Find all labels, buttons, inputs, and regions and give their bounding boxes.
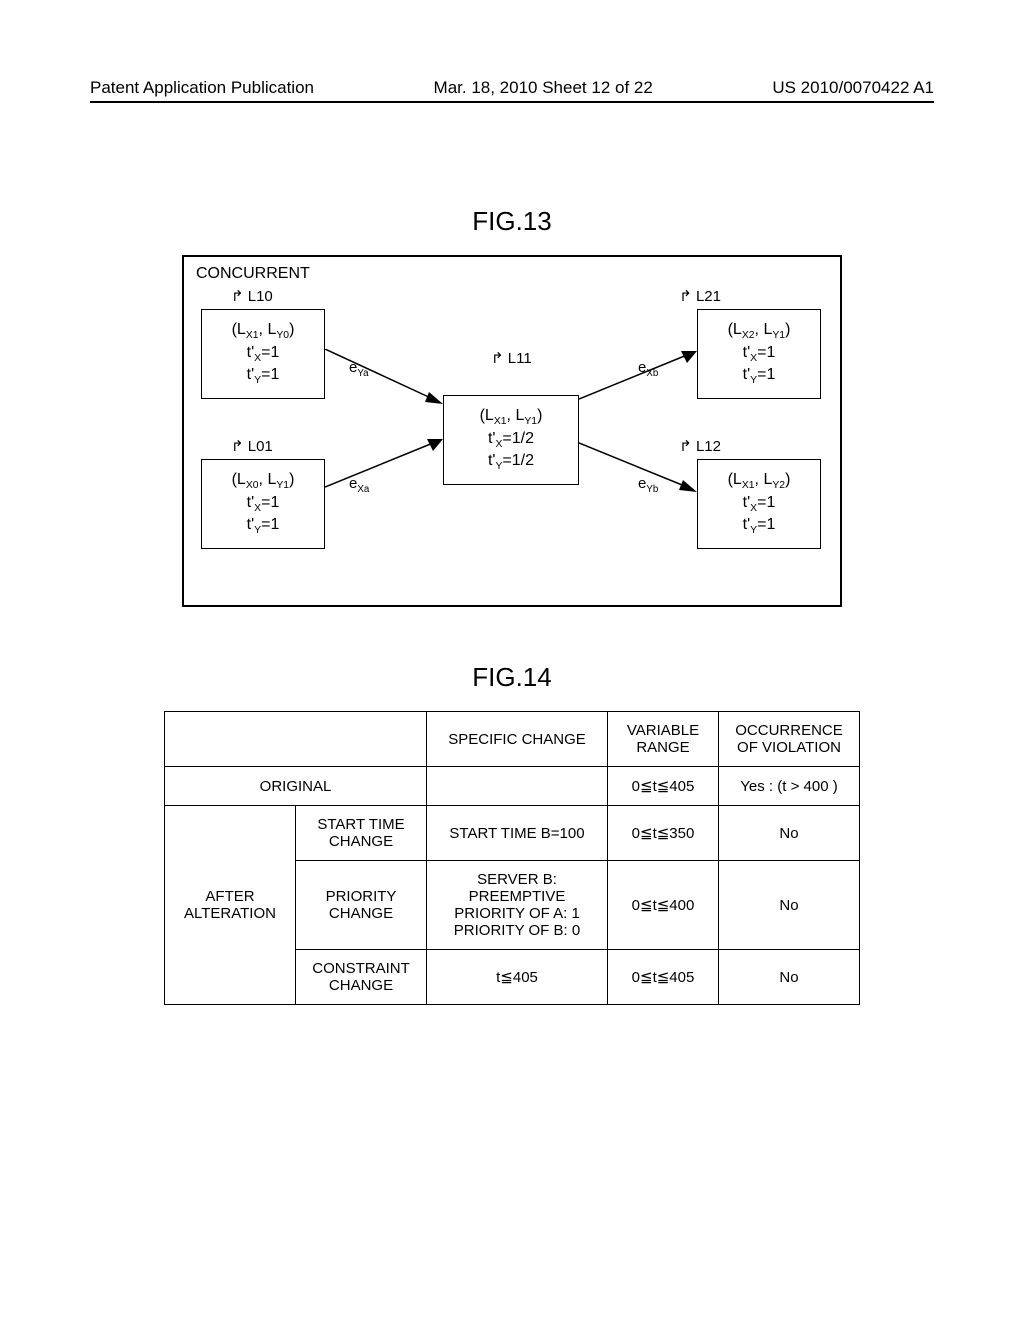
node-l12-line2: t'X=1	[716, 493, 802, 516]
header-mid: Mar. 18, 2010 Sheet 12 of 22	[434, 78, 653, 98]
node-l21: (LX2, LY1) t'X=1 t'Y=1	[697, 309, 821, 399]
node-l10-line2: t'X=1	[220, 343, 306, 366]
label-l12-text: L12	[696, 438, 721, 455]
arrow-exa	[325, 437, 445, 497]
row-original: ORIGINAL 0≦t≦405 Yes : (t > 400 )	[165, 767, 860, 806]
node-l10-line3: t'Y=1	[220, 365, 306, 388]
diagram: ↱ L10 (LX1, LY0) t'X=1 t'Y=1 ↱ L21 (LX2,…	[196, 287, 826, 587]
concurrent-label: CONCURRENT	[196, 265, 828, 283]
edge-eyb: eYb	[638, 475, 658, 495]
cell-original-label: ORIGINAL	[165, 767, 427, 806]
figure-13-box: CONCURRENT ↱ L10 (LX1, LY0) t'X=1 t'Y=1 …	[182, 255, 842, 607]
label-l01: ↱ L01	[231, 437, 273, 455]
node-l12-line1: (LX1, LY2)	[716, 470, 802, 493]
arrow-eya	[325, 349, 445, 409]
cell-priority-specific: SERVER B:PREEMPTIVEPRIORITY OF A: 1PRIOR…	[427, 861, 608, 950]
node-l21-line1: (LX2, LY1)	[716, 320, 802, 343]
figure-13-title: FIG.13	[0, 206, 1024, 237]
header-left: Patent Application Publication	[90, 78, 314, 98]
header-empty	[165, 712, 427, 767]
header-specific-change: SPECIFIC CHANGE	[427, 712, 608, 767]
cell-start-time-specific: START TIME B=100	[427, 806, 608, 861]
cell-after-alteration: AFTERALTERATION	[165, 806, 296, 1005]
arrow-exb	[579, 349, 699, 409]
label-l01-text: L01	[248, 438, 273, 455]
cell-constraint-occ: No	[719, 950, 860, 1005]
label-l11-text: L11	[508, 350, 532, 367]
figure-14-title: FIG.14	[0, 662, 1024, 693]
row-start-time: AFTERALTERATION START TIMECHANGE START T…	[165, 806, 860, 861]
edge-eya: eeYaYa	[349, 359, 369, 379]
node-l01: (LX0, LY1) t'X=1 t'Y=1	[201, 459, 325, 549]
node-l11-line2: t'X=1/2	[462, 429, 560, 452]
cell-constraint-range: 0≦t≦405	[608, 950, 719, 1005]
table-header-row: SPECIFIC CHANGE VARIABLERANGE OCCURRENCE…	[165, 712, 860, 767]
cell-start-time-range: 0≦t≦350	[608, 806, 719, 861]
cell-start-time-occ: No	[719, 806, 860, 861]
cell-constraint-specific: t≦405	[427, 950, 608, 1005]
cell-priority-occ: No	[719, 861, 860, 950]
label-l11: ↱ L11	[491, 349, 532, 367]
header-right: US 2010/0070422 A1	[772, 78, 934, 98]
node-l12: (LX1, LY2) t'X=1 t'Y=1	[697, 459, 821, 549]
page: Patent Application Publication Mar. 18, …	[0, 0, 1024, 1320]
cell-original-range: 0≦t≦405	[608, 767, 719, 806]
node-l01-line2: t'X=1	[220, 493, 306, 516]
figure-13: FIG.13 CONCURRENT ↱ L10 (LX1, LY0) t'X=1…	[0, 190, 1024, 607]
edge-exa: eXa	[349, 475, 369, 495]
node-l12-line3: t'Y=1	[716, 515, 802, 538]
figure-14: FIG.14 SPECIFIC CHANGE VARIABLERANGE OCC…	[0, 646, 1024, 1005]
fig14-table: SPECIFIC CHANGE VARIABLERANGE OCCURRENCE…	[164, 711, 860, 1005]
label-l21-text: L21	[696, 288, 721, 305]
header-row: Patent Application Publication Mar. 18, …	[90, 78, 934, 103]
node-l11-line1: (LX1, LY1)	[462, 406, 560, 429]
node-l11: (LX1, LY1) t'X=1/2 t'Y=1/2	[443, 395, 579, 485]
node-l10-line1: (LX1, LY0)	[220, 320, 306, 343]
label-l21: ↱ L21	[679, 287, 721, 305]
cell-original-specific	[427, 767, 608, 806]
cell-priority-range: 0≦t≦400	[608, 861, 719, 950]
label-l10-text: L10	[248, 288, 273, 305]
header-variable-range: VARIABLERANGE	[608, 712, 719, 767]
node-l01-line3: t'Y=1	[220, 515, 306, 538]
label-l10: ↱ L10	[231, 287, 273, 305]
header-occurrence: OCCURRENCEOF VIOLATION	[719, 712, 860, 767]
node-l21-line3: t'Y=1	[716, 365, 802, 388]
cell-priority-label: PRIORITYCHANGE	[296, 861, 427, 950]
cell-constraint-label: CONSTRAINTCHANGE	[296, 950, 427, 1005]
page-header: Patent Application Publication Mar. 18, …	[90, 78, 934, 107]
cell-original-occ: Yes : (t > 400 )	[719, 767, 860, 806]
node-l11-line3: t'Y=1/2	[462, 451, 560, 474]
node-l10: (LX1, LY0) t'X=1 t'Y=1	[201, 309, 325, 399]
cell-start-time-label: START TIMECHANGE	[296, 806, 427, 861]
node-l01-line1: (LX0, LY1)	[220, 470, 306, 493]
node-l21-line2: t'X=1	[716, 343, 802, 366]
edge-exb: eXb	[638, 359, 658, 379]
